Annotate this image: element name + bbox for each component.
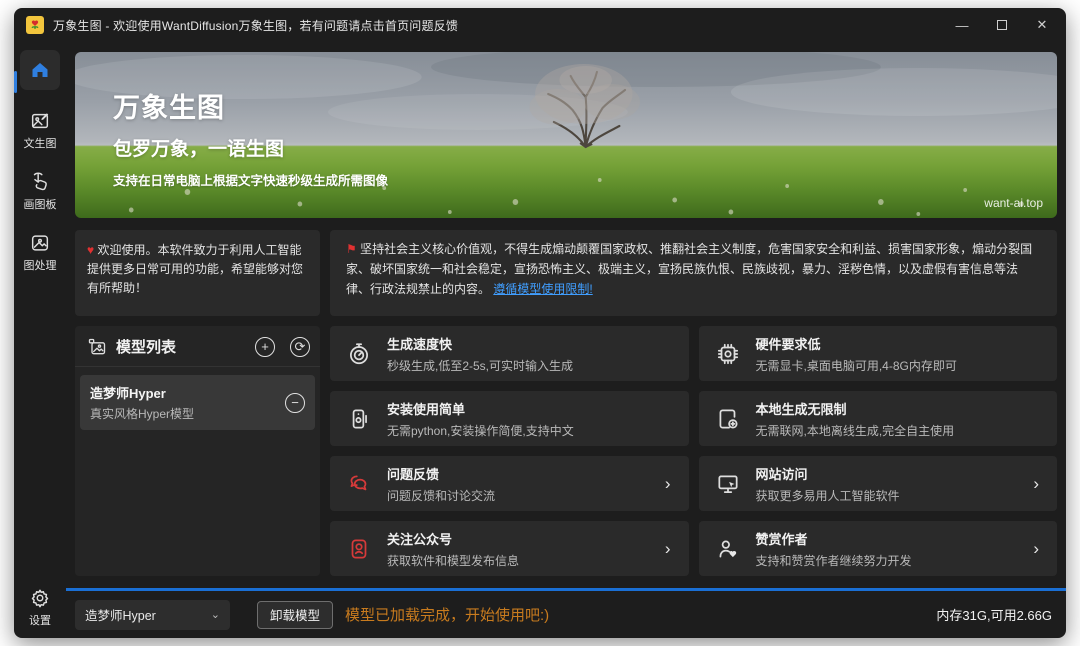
policy-link[interactable]: 遵循模型使用限制! [493, 282, 592, 296]
feature-card-speed: 生成速度快 秒级生成,低至2-5s,可实时输入生成 [330, 326, 689, 381]
minimize-button[interactable]: — [942, 10, 982, 40]
install-icon [345, 406, 373, 432]
policy-notice: ⚑ 坚持社会主义核心价值观，不得生成煽动颠覆国家政权、推翻社会主义制度，危害国家… [330, 230, 1057, 316]
status-bar: 造梦师Hyper ⌄ 卸载模型 模型已加载完成，开始使用吧:) 内存31G,可用… [66, 588, 1066, 638]
sidebar-item-label: 画图板 [24, 196, 57, 212]
hero-subtitle: 包罗万象，一语生图 [113, 134, 388, 161]
feature-card-local: 本地生成无限制 无需联网,本地离线生成,完全自主使用 [699, 391, 1058, 446]
active-indicator [14, 71, 17, 93]
app-logo-icon [26, 16, 44, 34]
chevron-right-icon: › [1033, 475, 1039, 492]
feature-title: 硬件要求低 [756, 334, 957, 353]
model-list-header: 模型列表 + ⟳ [75, 326, 320, 367]
hero-description: 支持在日常电脑上根据文字快速秒级生成所需图像 [113, 170, 388, 189]
draw-board-icon [29, 171, 51, 193]
hero-title: 万象生图 [113, 86, 388, 125]
gear-icon [29, 587, 51, 609]
text-to-image-icon [29, 110, 51, 132]
feature-title: 赞赏作者 [756, 529, 912, 548]
model-select-dropdown[interactable]: 造梦师Hyper ⌄ [75, 600, 230, 630]
hero-text: 万象生图 包罗万象，一语生图 支持在日常电脑上根据文字快速秒级生成所需图像 [113, 86, 388, 189]
sidebar: 文生图 画图板 图处理 [14, 42, 66, 638]
status-message: 模型已加载完成，开始使用吧:) [345, 604, 549, 625]
app-window: 万象生图 - 欢迎使用WantDiffusion万象生图，若有问题请点击首页问题… [14, 8, 1066, 638]
sidebar-item-settings[interactable]: 设置 [29, 587, 51, 628]
model-description: 真实风格Hyper模型 [90, 405, 279, 422]
main-content: 万象生图 包罗万象，一语生图 支持在日常电脑上根据文字快速秒级生成所需图像 wa… [66, 42, 1066, 638]
feedback-icon [345, 471, 373, 497]
selected-model: 造梦师Hyper [85, 605, 156, 624]
policy-text: 坚持社会主义核心价值观，不得生成煽动颠覆国家政权、推翻社会主义制度，危害国家安全… [346, 242, 1032, 296]
refresh-models-button[interactable]: ⟳ [290, 337, 310, 357]
sidebar-item-label: 文生图 [24, 135, 57, 151]
window-title: 万象生图 - 欢迎使用WantDiffusion万象生图，若有问题请点击首页问题… [53, 17, 458, 34]
welcome-notice: ♥ 欢迎使用。本软件致力于利用人工智能提供更多日常可用的功能，希望能够对您有所帮… [75, 230, 320, 316]
feature-title: 网站访问 [756, 464, 900, 483]
remove-model-button[interactable]: − [285, 393, 305, 413]
model-name: 造梦师Hyper [90, 383, 279, 402]
title-bar: 万象生图 - 欢迎使用WantDiffusion万象生图，若有问题请点击首页问题… [14, 8, 1066, 42]
feature-card-donate[interactable]: 赞赏作者 支持和赞赏作者继续努力开发 › [699, 521, 1058, 576]
feature-title: 关注公众号 [387, 529, 519, 548]
feature-title: 问题反馈 [387, 464, 495, 483]
donate-author-icon [714, 536, 742, 562]
feature-card-feedback[interactable]: 问题反馈 问题反馈和讨论交流 › [330, 456, 689, 511]
chevron-down-icon: ⌄ [211, 608, 220, 621]
sidebar-item-label: 图处理 [24, 257, 57, 273]
sidebar-item-text2img[interactable]: 文生图 [24, 110, 57, 151]
add-model-button[interactable]: + [255, 337, 275, 357]
hero-banner: 万象生图 包罗万象，一语生图 支持在日常电脑上根据文字快速秒级生成所需图像 wa… [75, 52, 1057, 218]
feature-card-hardware: 硬件要求低 无需显卡,桌面电脑可用,4-8G内存即可 [699, 326, 1058, 381]
memory-info: 内存31G,可用2.66G [936, 605, 1052, 624]
feature-card-wechat[interactable]: 关注公众号 获取软件和模型发布信息 › [330, 521, 689, 576]
model-list-item[interactable]: 造梦师Hyper 真实风格Hyper模型 − [80, 375, 315, 430]
feature-card-website[interactable]: 网站访问 获取更多易用人工智能软件 › [699, 456, 1058, 511]
chevron-right-icon: › [665, 475, 671, 492]
unload-model-button[interactable]: 卸载模型 [257, 601, 333, 629]
feature-title: 安装使用简单 [387, 399, 574, 418]
model-list-icon [87, 337, 107, 357]
window-controls: — ✕ [942, 10, 1062, 40]
flag-icon: ⚑ [346, 242, 357, 256]
chevron-right-icon: › [1033, 540, 1039, 557]
sidebar-item-drawboard[interactable]: 画图板 [24, 171, 57, 212]
sidebar-item-label: 设置 [29, 612, 51, 628]
feature-description: 支持和赞赏作者继续努力开发 [756, 552, 912, 569]
banner-watermark: want-ai.top [984, 196, 1043, 210]
feature-description: 获取软件和模型发布信息 [387, 552, 519, 569]
sidebar-item-imgprocess[interactable]: 图处理 [24, 232, 57, 273]
website-icon [714, 471, 742, 497]
speed-icon [345, 341, 373, 367]
close-button[interactable]: ✕ [1022, 10, 1062, 40]
offline-device-icon [714, 406, 742, 432]
feature-description: 问题反馈和讨论交流 [387, 487, 495, 504]
image-process-icon [29, 232, 51, 254]
model-list-title: 模型列表 [116, 336, 240, 357]
chevron-right-icon: › [665, 540, 671, 557]
sidebar-item-home[interactable] [20, 50, 60, 90]
feature-description: 无需python,安装操作简便,支持中文 [387, 422, 574, 439]
model-list-panel: 模型列表 + ⟳ 造梦师Hyper 真实风格Hyper模型 − [75, 326, 320, 576]
feature-description: 获取更多易用人工智能软件 [756, 487, 900, 504]
cpu-icon [714, 341, 742, 367]
feature-description: 无需显卡,桌面电脑可用,4-8G内存即可 [756, 357, 957, 374]
feature-grid: 生成速度快 秒级生成,低至2-5s,可实时输入生成 硬件要 [330, 326, 1057, 576]
feature-card-install: 安装使用简单 无需python,安装操作简便,支持中文 [330, 391, 689, 446]
welcome-text: 欢迎使用。本软件致力于利用人工智能提供更多日常可用的功能，希望能够对您有所帮助！ [87, 243, 303, 295]
feature-title: 本地生成无限制 [756, 399, 955, 418]
home-icon [29, 59, 51, 81]
wechat-official-icon [345, 536, 373, 562]
feature-description: 无需联网,本地离线生成,完全自主使用 [756, 422, 955, 439]
feature-title: 生成速度快 [387, 334, 573, 353]
feature-description: 秒级生成,低至2-5s,可实时输入生成 [387, 357, 573, 374]
maximize-button[interactable] [982, 10, 1022, 40]
